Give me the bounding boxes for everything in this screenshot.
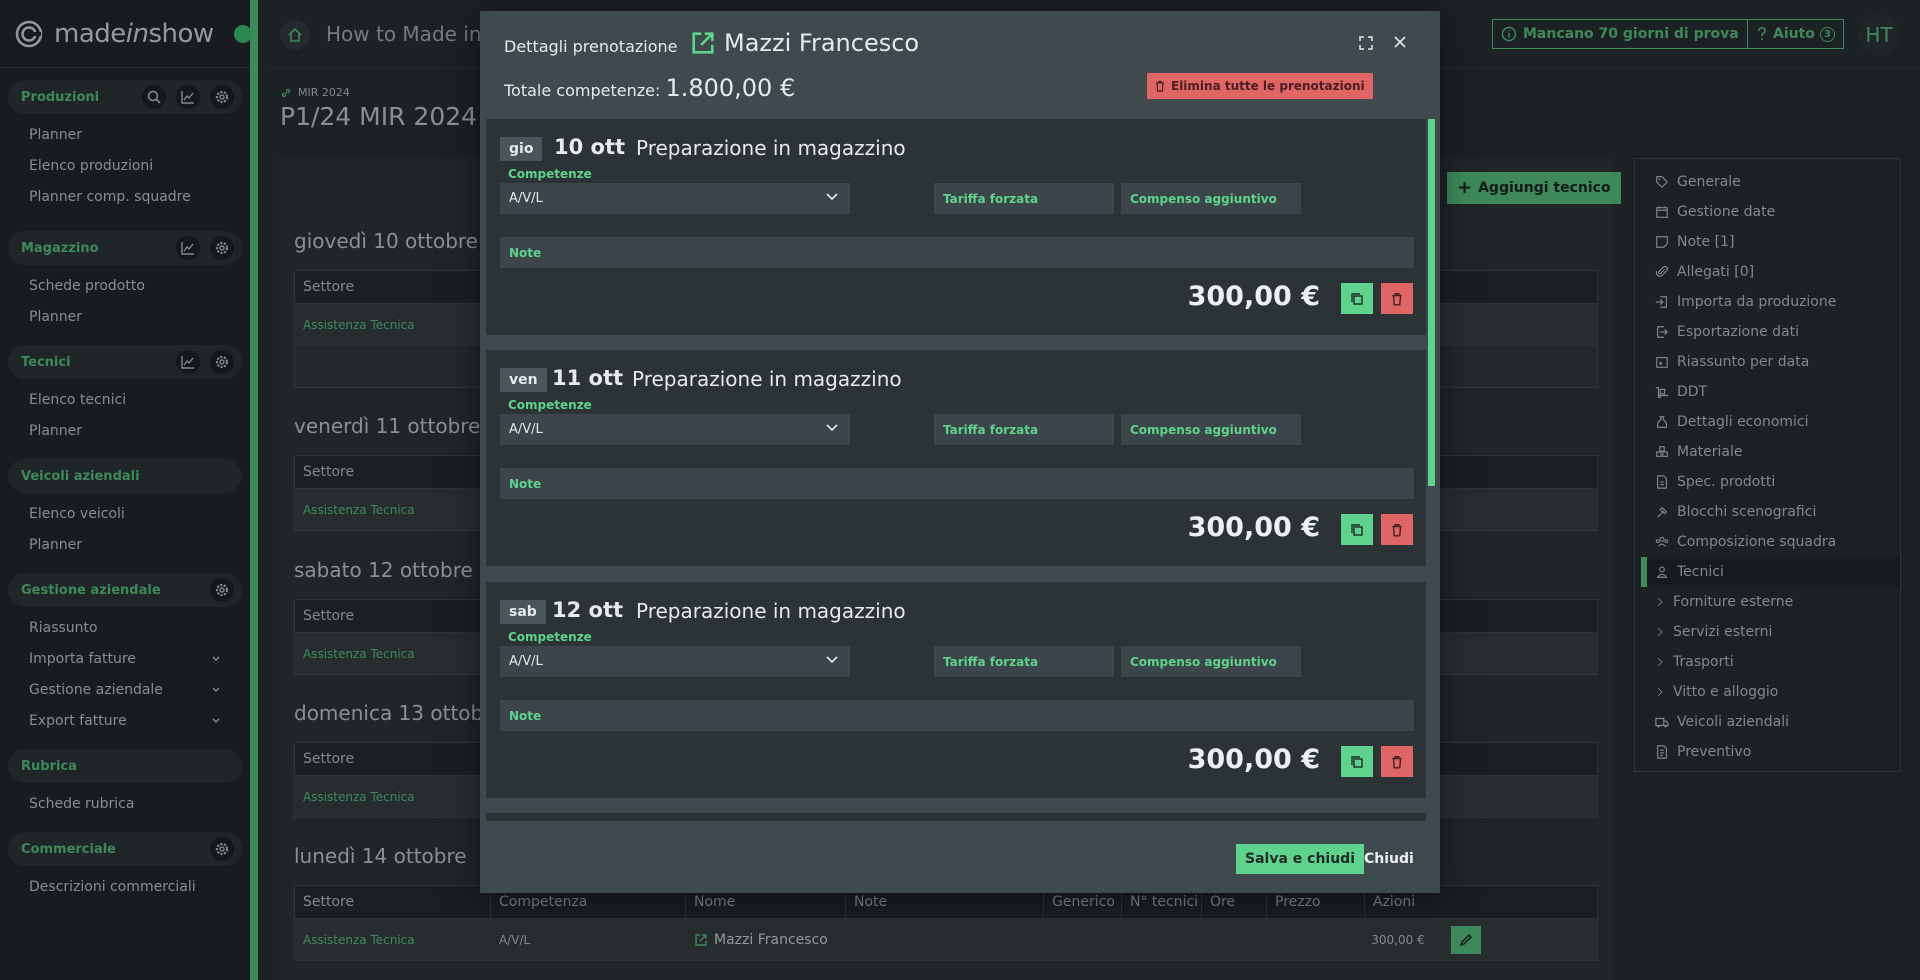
tariffa-forzata-input[interactable]: Tariffa forzata <box>934 646 1114 677</box>
scrollbar-thumb[interactable] <box>1428 119 1435 486</box>
bookings-list[interactable]: gio 10 ott Preparazione in magazzino Com… <box>486 119 1426 821</box>
trash-icon <box>1392 292 1402 306</box>
competenze-label: Competenze <box>508 167 592 181</box>
competenze-select[interactable]: A/V/L <box>500 183 850 214</box>
expand-icon[interactable] <box>1358 35 1374 51</box>
competenze-label: Competenze <box>508 398 592 412</box>
competenze-value: A/V/L <box>509 422 543 437</box>
chevron-down-icon <box>826 424 838 432</box>
copy-button[interactable] <box>1341 283 1373 314</box>
trash-icon <box>1156 80 1164 92</box>
booking-desc: Preparazione in magazzino <box>632 367 902 391</box>
note-input[interactable]: Note <box>500 468 1414 499</box>
technician-name[interactable]: Mazzi Francesco <box>690 29 919 57</box>
delete-button[interactable] <box>1381 514 1413 545</box>
copy-button[interactable] <box>1341 746 1373 777</box>
external-link-icon <box>692 32 714 54</box>
copy-icon <box>1351 755 1363 768</box>
technician-name-text: Mazzi Francesco <box>724 29 920 57</box>
compenso-aggiuntivo-input[interactable]: Compenso aggiuntivo <box>1121 646 1301 677</box>
total-competenze: Totale competenze: 1.800,00 € <box>504 74 795 102</box>
competenze-select[interactable]: A/V/L <box>500 414 850 445</box>
booking-price: 300,00 € <box>1187 281 1320 312</box>
modal-label: Dettagli prenotazione <box>504 37 678 56</box>
tariffa-forzata-input[interactable]: Tariffa forzata <box>934 183 1114 214</box>
booking-card: ven 11 ott Preparazione in magazzino Com… <box>486 350 1426 566</box>
trash-icon <box>1392 755 1402 769</box>
chevron-down-icon <box>826 656 838 664</box>
delete-all-button[interactable]: Elimina tutte le prenotazioni <box>1147 73 1373 99</box>
tariffa-forzata-input[interactable]: Tariffa forzata <box>934 414 1114 445</box>
booking-price: 300,00 € <box>1187 512 1320 543</box>
note-input[interactable]: Note <box>500 700 1414 731</box>
competenze-value: A/V/L <box>509 654 543 669</box>
booking-desc: Preparazione in magazzino <box>636 136 906 160</box>
copy-button[interactable] <box>1341 514 1373 545</box>
compenso-aggiuntivo-input[interactable]: Compenso aggiuntivo <box>1121 183 1301 214</box>
booking-details-modal: Dettagli prenotazione Mazzi Francesco To… <box>480 11 1440 893</box>
booking-card: sab 12 ott Preparazione in magazzino Com… <box>486 582 1426 798</box>
delete-button[interactable] <box>1381 746 1413 777</box>
booking-card-partial <box>486 813 1426 821</box>
competenze-select[interactable]: A/V/L <box>500 646 850 677</box>
booking-price: 300,00 € <box>1187 744 1320 775</box>
competenze-value: A/V/L <box>509 191 543 206</box>
close-button[interactable]: Chiudi <box>1362 844 1416 874</box>
note-input[interactable]: Note <box>500 237 1414 268</box>
copy-icon <box>1351 523 1363 536</box>
competenze-label: Competenze <box>508 630 592 644</box>
total-label: Totale competenze: <box>504 81 661 100</box>
chevron-down-icon <box>826 193 838 201</box>
total-value: 1.800,00 € <box>665 74 796 102</box>
save-close-button[interactable]: Salva e chiudi <box>1236 844 1364 874</box>
day-badge: gio <box>500 137 543 161</box>
booking-date: 10 ott <box>554 135 626 159</box>
trash-icon <box>1392 523 1402 537</box>
day-badge: sab <box>500 600 546 624</box>
delete-button[interactable] <box>1381 283 1413 314</box>
booking-date: 12 ott <box>552 598 624 622</box>
copy-icon <box>1351 292 1363 305</box>
close-icon[interactable] <box>1392 34 1408 50</box>
booking-desc: Preparazione in magazzino <box>636 599 906 623</box>
compenso-aggiuntivo-input[interactable]: Compenso aggiuntivo <box>1121 414 1301 445</box>
delete-all-label: Elimina tutte le prenotazioni <box>1171 79 1365 93</box>
day-badge: ven <box>500 368 547 392</box>
booking-date: 11 ott <box>552 366 624 390</box>
booking-card: gio 10 ott Preparazione in magazzino Com… <box>486 119 1426 335</box>
